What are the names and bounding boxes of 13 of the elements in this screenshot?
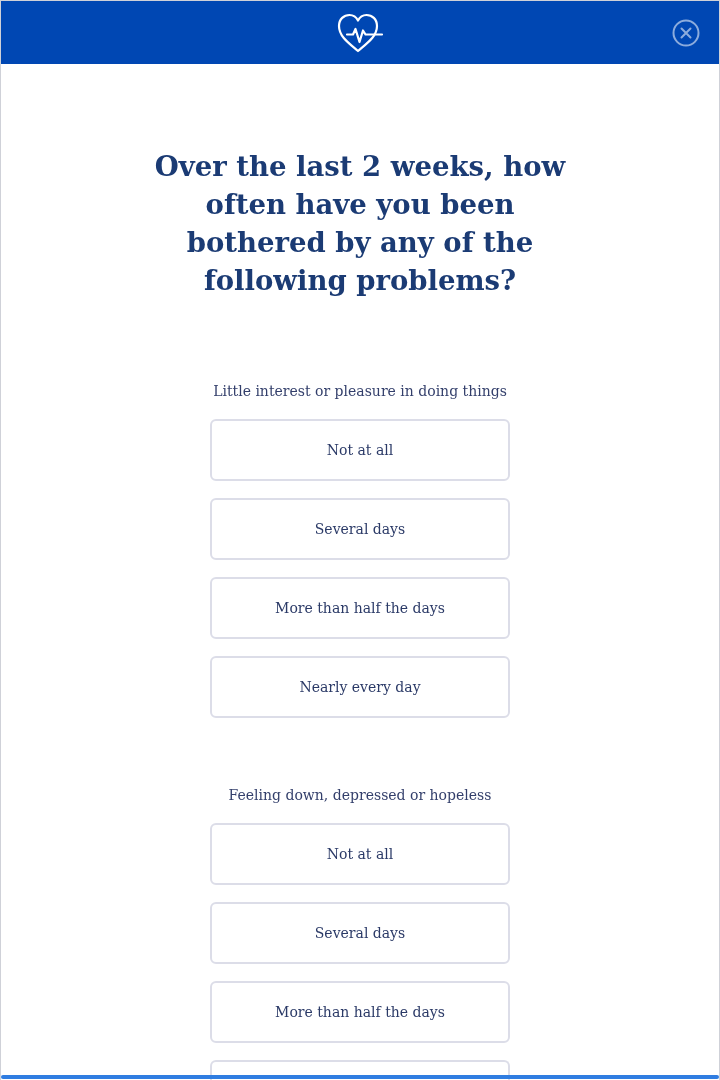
- answer-option[interactable]: Several days: [210, 498, 510, 560]
- close-button[interactable]: [672, 19, 700, 47]
- question-heading: Over the last 2 weeks, how often have you been bothered by any of the following problems?: [153, 149, 567, 298]
- answer-option[interactable]: More than half the days: [210, 981, 510, 1043]
- answer-option[interactable]: Several days: [210, 902, 510, 964]
- question-text: Little interest or pleasure in doing things: [213, 382, 507, 401]
- close-icon: [672, 19, 700, 47]
- answer-option[interactable]: Nearly every day: [210, 656, 510, 718]
- answer-option[interactable]: More than half the days: [210, 577, 510, 639]
- answer-option[interactable]: Not at all: [210, 823, 510, 885]
- question-text: Feeling down, depressed or hopeless: [228, 786, 492, 805]
- heart-pulse-icon: [336, 12, 384, 53]
- answer-option[interactable]: Not at all: [210, 419, 510, 481]
